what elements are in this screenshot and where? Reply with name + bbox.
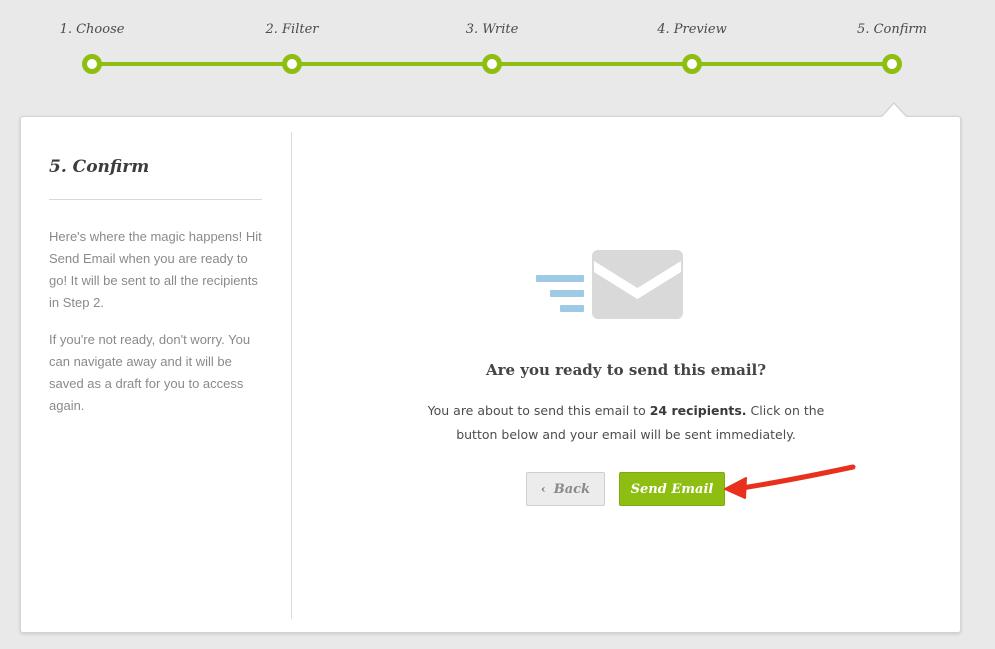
sidebar-divider bbox=[49, 199, 262, 200]
step-label: 1. Choose bbox=[59, 22, 125, 37]
sidebar-paragraph: Here's where the magic happens! Hit Send… bbox=[49, 229, 262, 310]
step-dot[interactable] bbox=[682, 54, 702, 74]
panel-caret bbox=[882, 104, 906, 117]
back-button-label: Back bbox=[553, 481, 591, 497]
step-label: 2. Filter bbox=[265, 22, 319, 37]
step-dot[interactable] bbox=[482, 54, 502, 74]
step-label: 5. Confirm bbox=[857, 22, 927, 37]
confirm-panel: 5. Confirm Here's where the magic happen… bbox=[20, 116, 961, 633]
send-email-button-label: Send Email bbox=[630, 481, 714, 497]
chevron-left-icon: ‹ bbox=[540, 482, 546, 496]
step-dot[interactable] bbox=[282, 54, 302, 74]
recipient-count: 24 recipients. bbox=[649, 403, 747, 418]
sidebar-title: 5. Confirm bbox=[49, 157, 150, 177]
step-label: 4. Preview bbox=[657, 22, 727, 37]
send-email-button[interactable]: Send Email bbox=[619, 472, 725, 506]
confirm-description: You are about to send this email to 24 r… bbox=[411, 399, 841, 447]
progress-stepper: 1. Choose 2. Filter 3. Write 4. Preview … bbox=[0, 0, 995, 100]
sidebar-paragraph: If you're not ready, don't worry. You ca… bbox=[49, 332, 251, 413]
envelope-send-icon bbox=[536, 250, 683, 319]
back-button[interactable]: ‹ Back bbox=[526, 472, 605, 506]
confirm-question: Are you ready to send this email? bbox=[485, 361, 767, 379]
step-label: 3. Write bbox=[465, 22, 519, 37]
step-dot[interactable] bbox=[82, 54, 102, 74]
description-text: You are about to send this email to bbox=[427, 403, 650, 418]
step-dot[interactable] bbox=[882, 54, 902, 74]
